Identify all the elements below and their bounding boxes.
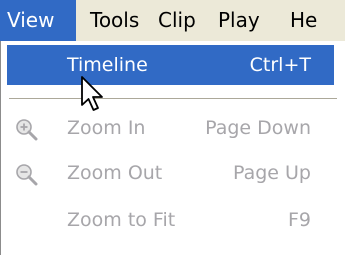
menu-item-label: Zoom Out (67, 162, 163, 184)
menu-item-shortcut: Page Up (232, 162, 311, 184)
menu-clip[interactable]: Clip (158, 0, 196, 41)
menu-play[interactable]: Play (218, 0, 260, 41)
menu-item-label: Zoom In (67, 117, 146, 139)
menu-tools[interactable]: Tools (90, 0, 139, 41)
menu-item-shortcut: F9 (287, 209, 311, 231)
menu-item-zoom-to-fit[interactable]: Zoom to Fit F9 (7, 200, 334, 240)
menu-separator (9, 98, 337, 100)
menu-item-shortcut: Ctrl+T (249, 54, 311, 76)
menu-item-label: Zoom to Fit (67, 209, 176, 231)
app-window: View Tools Clip Play He Timeline Ctrl+T … (0, 0, 345, 255)
mouse-pointer-icon (81, 76, 103, 111)
view-menu-dropdown: Timeline Ctrl+T Zoom In Page Down Zoom O… (0, 41, 345, 255)
menu-item-timeline[interactable]: Timeline Ctrl+T (7, 45, 334, 85)
zoom-out-icon (16, 164, 38, 186)
menu-item-zoom-in[interactable]: Zoom In Page Down (7, 108, 334, 148)
menu-help[interactable]: He (290, 0, 317, 41)
menu-view[interactable]: View (0, 0, 76, 41)
menu-bar: View Tools Clip Play He (0, 0, 345, 41)
menu-item-zoom-out[interactable]: Zoom Out Page Up (7, 153, 334, 193)
menu-item-shortcut: Page Down (205, 117, 311, 139)
zoom-in-icon (16, 119, 38, 141)
